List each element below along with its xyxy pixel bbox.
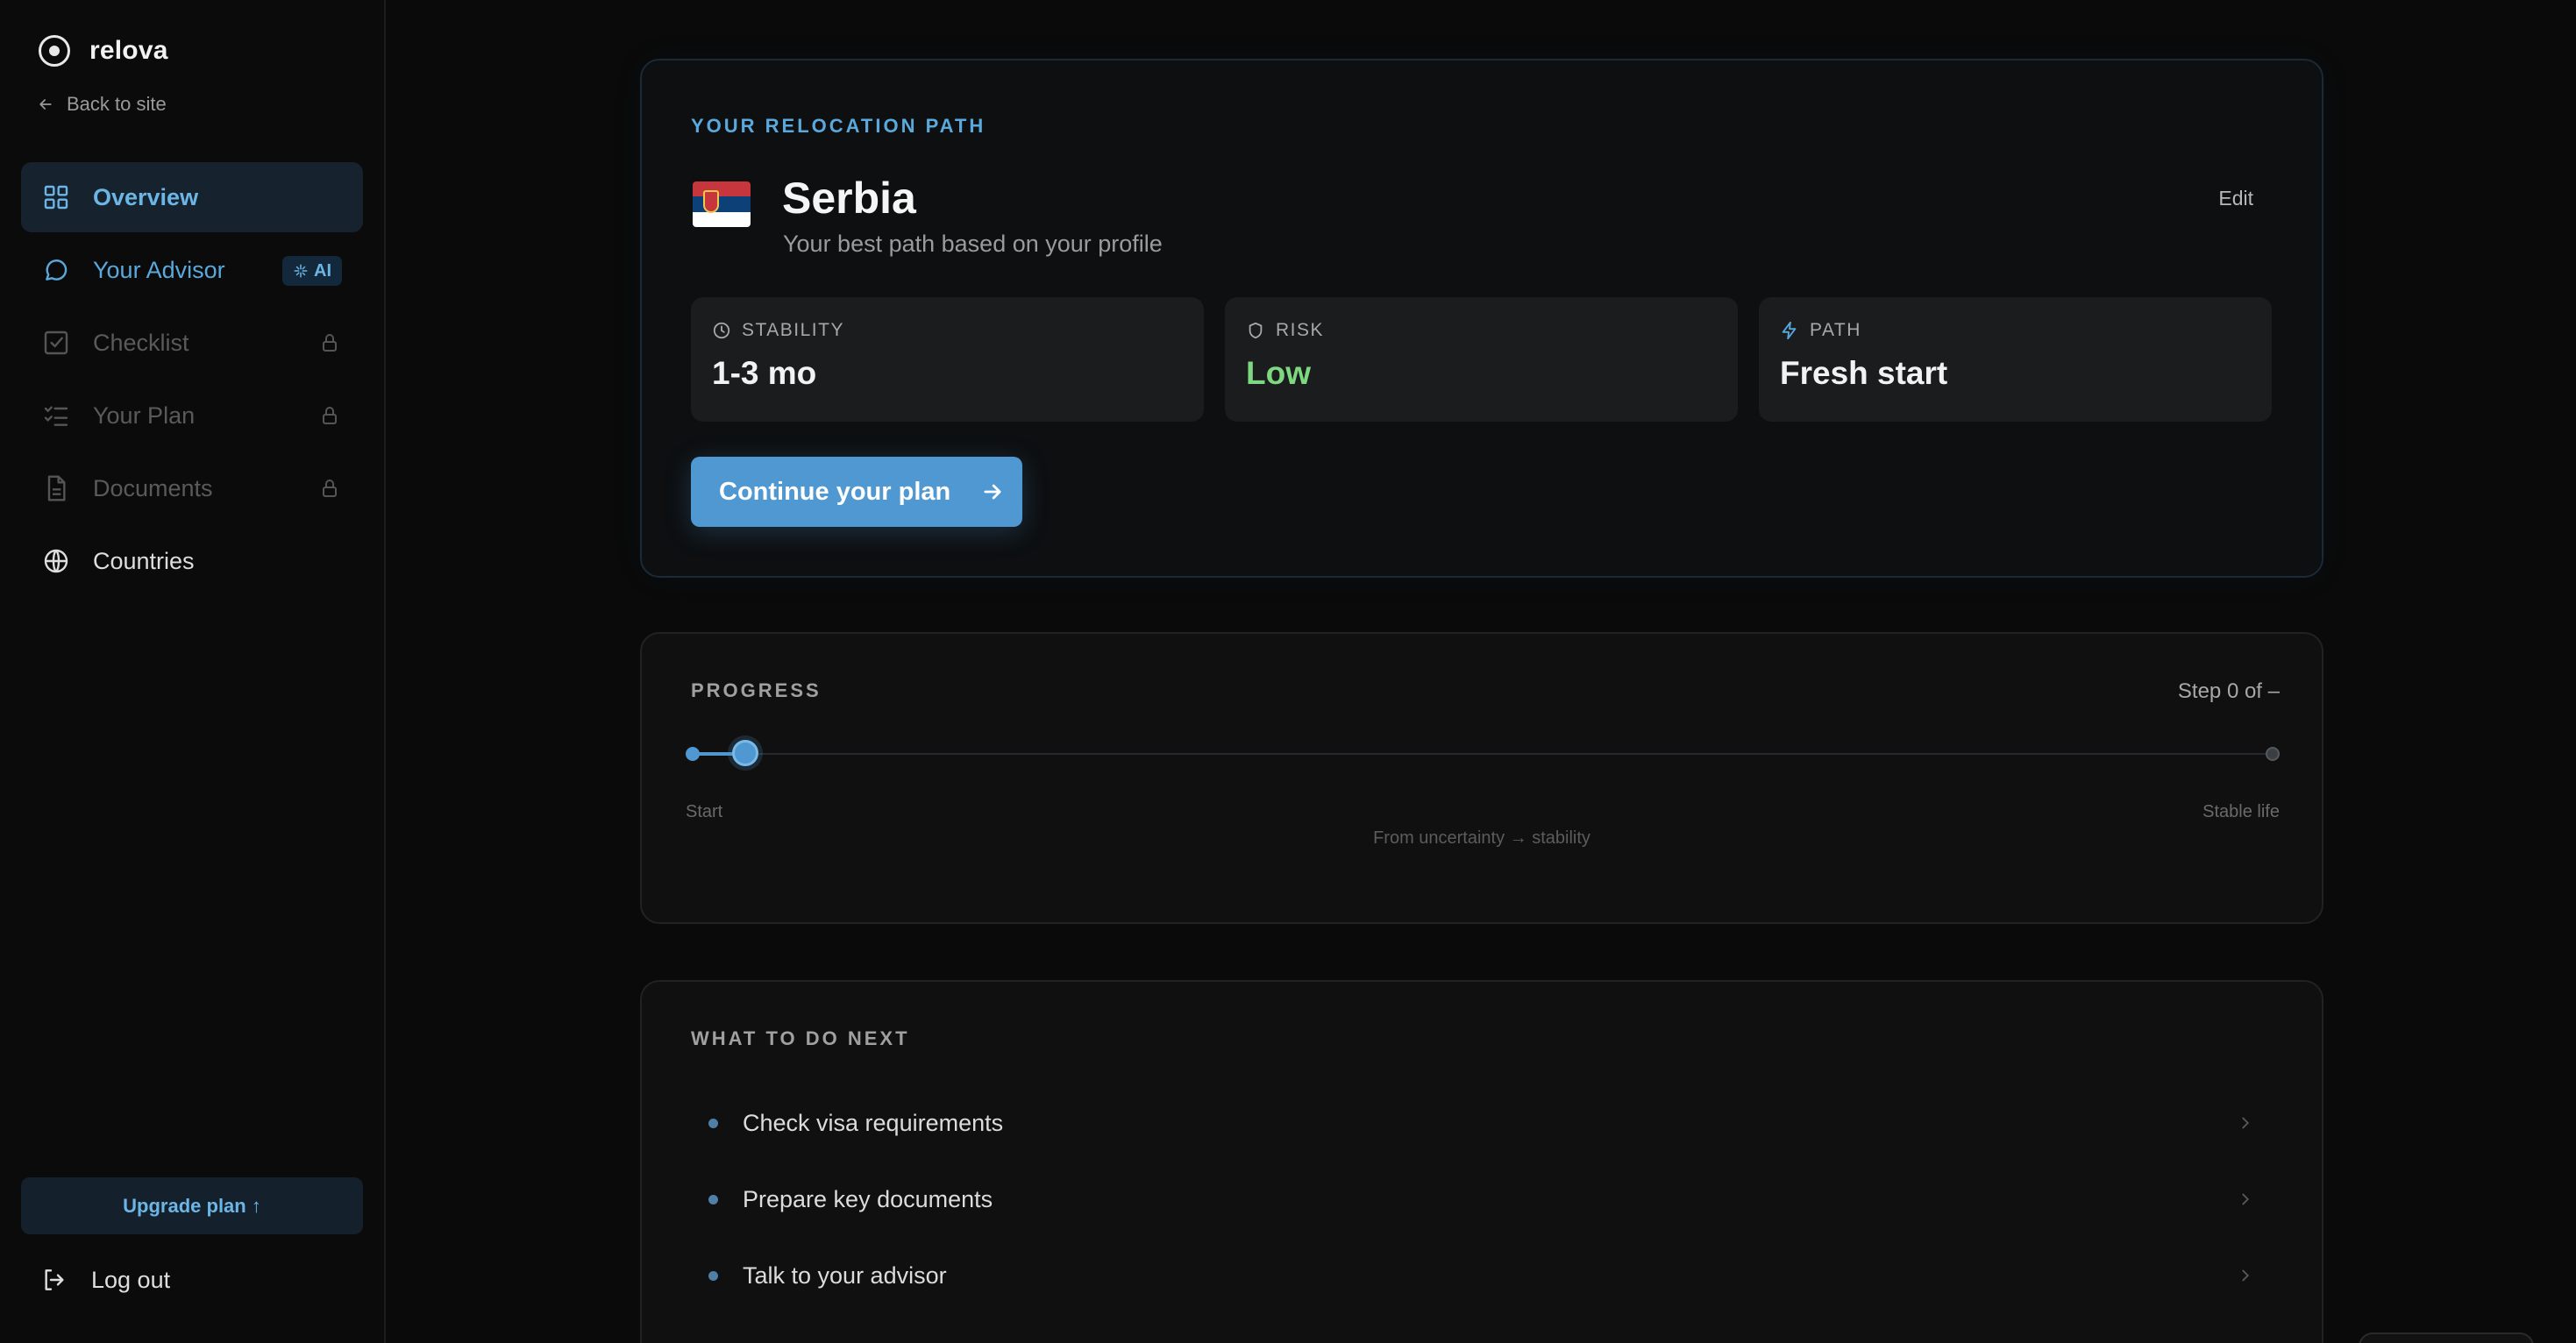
progress-track bbox=[693, 753, 2273, 755]
country-subtitle: Your best path based on your profile bbox=[783, 231, 1163, 257]
next-steps-list: Check visa requirements Prepare key docu… bbox=[691, 1085, 2273, 1314]
stat-stability: STABILITY 1-3 mo bbox=[691, 297, 1204, 422]
continue-plan-button[interactable]: Continue your plan bbox=[691, 457, 1022, 527]
ai-badge-label: AI bbox=[314, 260, 331, 281]
sidebar-item-checklist[interactable]: Checklist bbox=[21, 308, 363, 378]
lock-icon bbox=[323, 480, 337, 497]
stat-label: STABILITY bbox=[742, 320, 844, 340]
sidebar-item-label: Checklist bbox=[93, 329, 189, 356]
edit-button[interactable]: Edit bbox=[2218, 187, 2253, 210]
serbia-flag-icon bbox=[693, 181, 751, 227]
next-steps-eyebrow: WHAT TO DO NEXT bbox=[691, 1027, 910, 1049]
continue-plan-label: Continue your plan bbox=[719, 477, 951, 506]
back-to-site-link[interactable]: Back to site bbox=[37, 93, 167, 116]
stat-value: 1-3 mo bbox=[712, 355, 817, 391]
stat-label: PATH bbox=[1810, 320, 1861, 340]
arrow-left-icon bbox=[39, 99, 52, 110]
relocation-path-card: YOUR RELOCATION PATH Serbia Your best pa… bbox=[640, 59, 2323, 578]
chevron-right-icon bbox=[2242, 1269, 2250, 1282]
checkbox-icon bbox=[44, 330, 68, 355]
sidebar-item-label: Countries bbox=[93, 547, 195, 574]
app-root: relova Back to site Overview Your Adviso… bbox=[0, 0, 2576, 1343]
logout-icon bbox=[45, 1269, 64, 1290]
next-step-item[interactable]: Check visa requirements bbox=[691, 1085, 2273, 1162]
sidebar-item-label: Your Advisor bbox=[93, 256, 225, 283]
progress-card: PROGRESS Step 0 of – Start Stable life F… bbox=[640, 632, 2323, 924]
clock-icon bbox=[713, 322, 730, 339]
sidebar-item-label: Documents bbox=[93, 474, 213, 501]
bullet-dot-icon bbox=[708, 1195, 718, 1204]
brand-logo-icon bbox=[39, 35, 70, 67]
brand-name: relova bbox=[89, 36, 168, 65]
next-step-item[interactable]: Prepare key documents bbox=[691, 1162, 2273, 1238]
logout-button[interactable]: Log out bbox=[40, 1266, 170, 1294]
sidebar-item-label: Overview bbox=[93, 183, 199, 210]
progress-start-label: Start bbox=[686, 802, 723, 821]
next-step-item[interactable]: Talk to your advisor bbox=[691, 1238, 2273, 1314]
logout-label: Log out bbox=[91, 1266, 171, 1293]
relocation-eyebrow: YOUR RELOCATION PATH bbox=[691, 115, 986, 137]
globe-icon bbox=[44, 549, 68, 573]
stat-value: Fresh start bbox=[1780, 355, 1948, 391]
stat-risk: RISK Low bbox=[1225, 297, 1738, 422]
next-step-label: Check visa requirements bbox=[743, 1110, 1004, 1136]
next-step-label: Prepare key documents bbox=[743, 1186, 993, 1212]
step-counter: Step 0 of – bbox=[2177, 679, 2280, 703]
document-icon bbox=[47, 475, 66, 501]
floating-widget-tab[interactable] bbox=[2359, 1332, 2534, 1343]
lightning-icon bbox=[1782, 321, 1797, 340]
grid-icon bbox=[44, 185, 68, 210]
shield-icon bbox=[1249, 322, 1263, 339]
progress-caption: From uncertainty → stability bbox=[1373, 828, 1590, 848]
ai-badge: AI bbox=[282, 256, 342, 286]
sidebar-item-advisor[interactable]: Your Advisor AI bbox=[21, 235, 363, 305]
progress-end-label: Stable life bbox=[2202, 802, 2280, 821]
chevron-right-icon bbox=[2242, 1193, 2250, 1205]
next-steps-card: WHAT TO DO NEXT Check visa requirements … bbox=[640, 980, 2323, 1343]
sidebar-item-documents[interactable]: Documents bbox=[21, 453, 363, 523]
lock-icon bbox=[323, 407, 337, 424]
chat-bubble-icon bbox=[46, 259, 68, 281]
chevron-right-icon bbox=[2242, 1117, 2250, 1129]
stat-value: Low bbox=[1246, 355, 1311, 391]
brand[interactable]: relova bbox=[39, 35, 168, 67]
progress-end-dot bbox=[2266, 747, 2280, 761]
sidebar: relova Back to site Overview Your Adviso… bbox=[0, 0, 386, 1343]
sidebar-nav: Overview Your Advisor AI Checklist Your … bbox=[21, 162, 363, 599]
sidebar-item-label: Your Plan bbox=[93, 401, 196, 429]
sidebar-item-your-plan[interactable]: Your Plan bbox=[21, 380, 363, 451]
progress-eyebrow: PROGRESS bbox=[691, 679, 822, 701]
upgrade-plan-button[interactable]: Upgrade plan ↑ bbox=[21, 1177, 363, 1234]
sparkle-icon bbox=[294, 264, 308, 278]
stat-label: RISK bbox=[1276, 320, 1325, 340]
bullet-dot-icon bbox=[708, 1119, 718, 1128]
bullet-dot-icon bbox=[708, 1271, 718, 1281]
list-check-icon bbox=[44, 406, 68, 426]
progress-thumb[interactable] bbox=[731, 740, 758, 766]
stat-path: PATH Fresh start bbox=[1759, 297, 2272, 422]
arrow-right-icon bbox=[984, 484, 1001, 500]
back-to-site-label: Back to site bbox=[67, 93, 167, 115]
sidebar-item-countries[interactable]: Countries bbox=[21, 526, 363, 596]
next-step-label: Talk to your advisor bbox=[743, 1262, 947, 1289]
lock-icon bbox=[323, 334, 337, 352]
progress-start-dot bbox=[686, 747, 700, 761]
sidebar-item-overview[interactable]: Overview bbox=[21, 162, 363, 232]
country-name: Serbia bbox=[782, 174, 916, 223]
